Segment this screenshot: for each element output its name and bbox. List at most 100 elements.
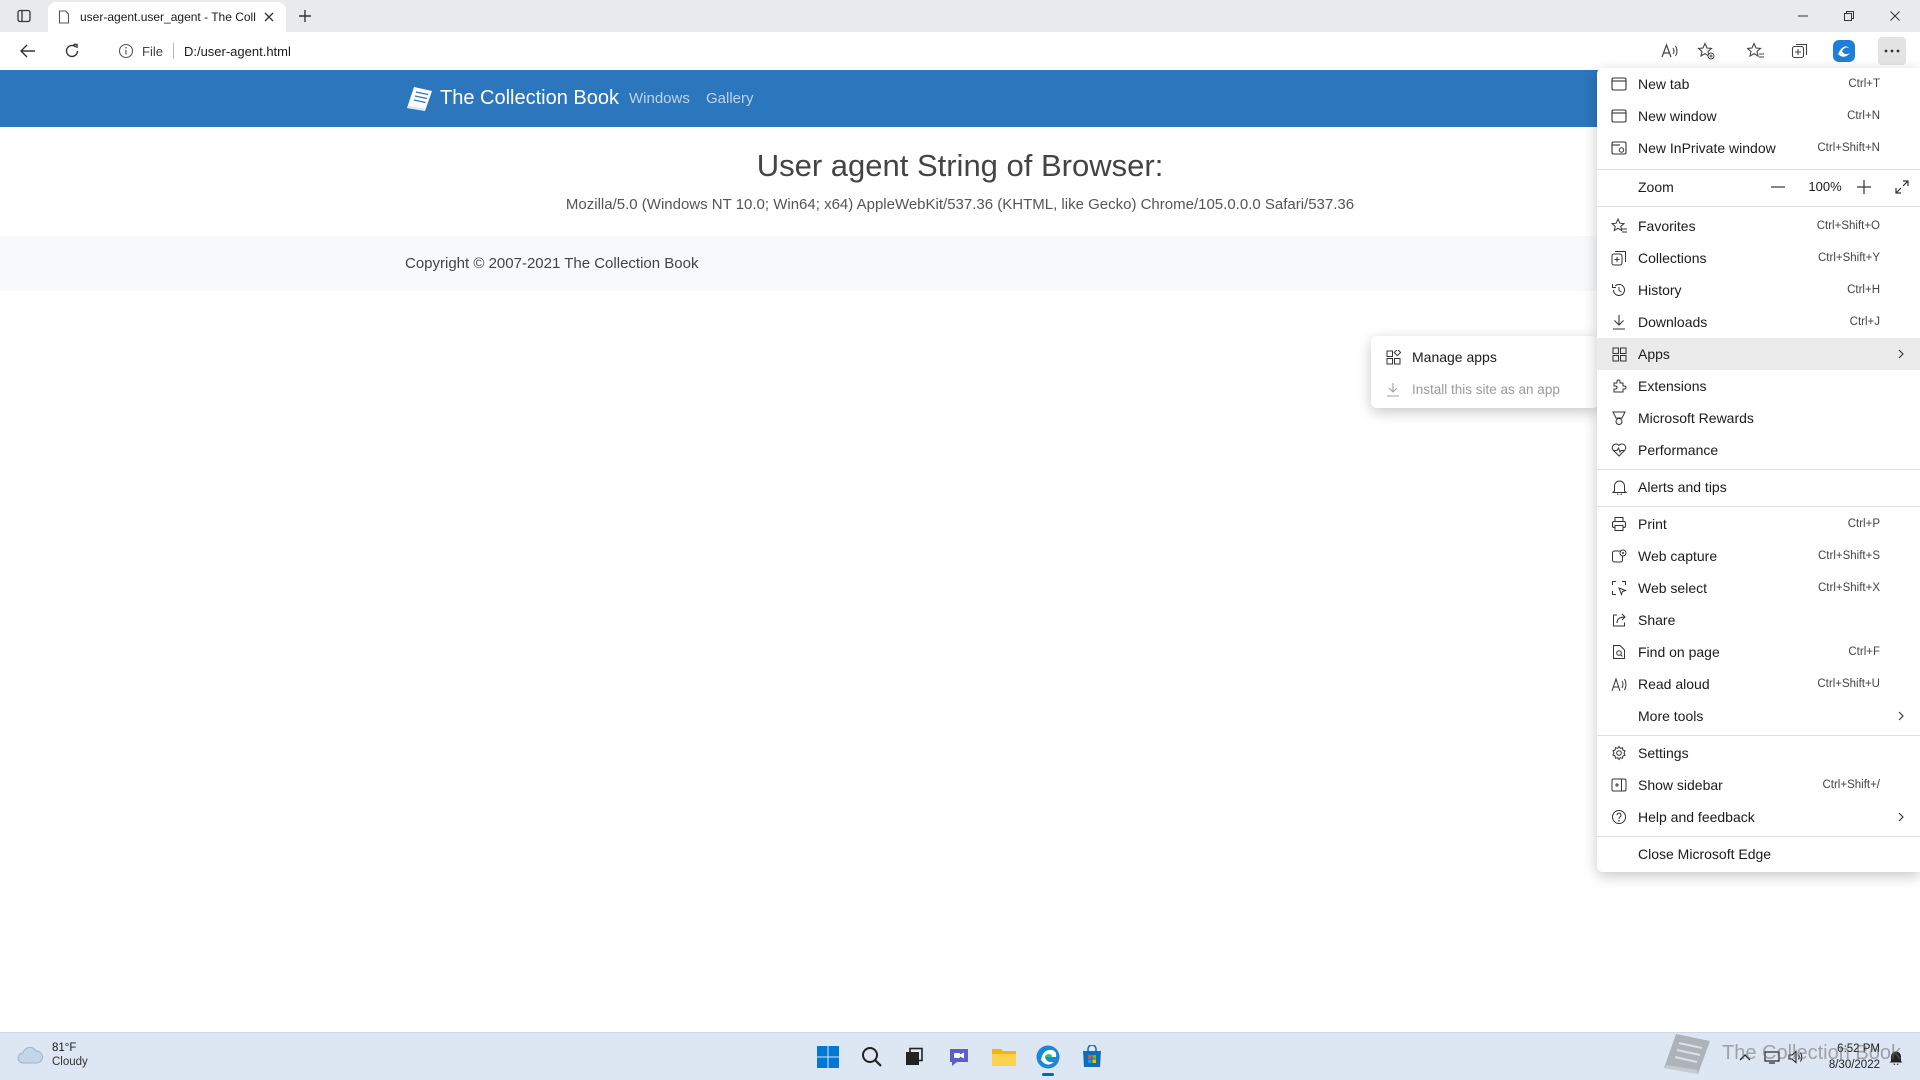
close-icon bbox=[1890, 11, 1900, 21]
menu-item-label: Settings bbox=[1638, 745, 1689, 761]
close-icon bbox=[264, 12, 274, 22]
chat-icon bbox=[950, 1049, 968, 1066]
menu-item-alerts-and-tips[interactable]: Alerts and tips bbox=[1597, 471, 1920, 503]
restore-button[interactable] bbox=[1826, 0, 1872, 32]
task-view-icon bbox=[906, 1047, 923, 1065]
file-explorer-button[interactable] bbox=[987, 1041, 1021, 1073]
task-view-button[interactable] bbox=[897, 1041, 931, 1073]
tab-actions-button[interactable] bbox=[10, 4, 38, 28]
menu-item-close-microsoft-edge[interactable]: Close Microsoft Edge bbox=[1597, 838, 1920, 870]
menu-item-shortcut: Ctrl+T bbox=[1848, 78, 1880, 90]
copyright-text: Copyright © 2007-2021 The Collection Boo… bbox=[405, 255, 699, 272]
edge-taskbar-button[interactable] bbox=[1031, 1041, 1065, 1076]
search-button[interactable] bbox=[855, 1041, 889, 1073]
fullscreen-button[interactable] bbox=[1887, 171, 1917, 203]
apps-icon bbox=[1384, 348, 1402, 366]
menu-item-downloads[interactable]: Downloads Ctrl+J bbox=[1597, 306, 1920, 338]
menu-item-history[interactable]: History Ctrl+H bbox=[1597, 274, 1920, 306]
teams-chat-button[interactable] bbox=[942, 1041, 976, 1073]
menu-divider bbox=[1597, 506, 1920, 507]
info-icon[interactable] bbox=[118, 43, 134, 59]
minimize-icon bbox=[1798, 15, 1808, 17]
new-window-icon bbox=[1610, 107, 1628, 125]
menu-item-label: Help and feedback bbox=[1638, 809, 1755, 825]
read-aloud-icon bbox=[1610, 675, 1628, 693]
menu-item-label: Zoom bbox=[1638, 179, 1674, 195]
tab-strip: user-agent.user_agent - The Coll bbox=[0, 0, 1920, 32]
read-aloud-icon bbox=[1661, 43, 1678, 58]
refresh-button[interactable] bbox=[58, 37, 86, 65]
new-tab-button[interactable] bbox=[292, 4, 318, 28]
collections-icon bbox=[1791, 43, 1808, 59]
menu-item-print[interactable]: Print Ctrl+P bbox=[1597, 508, 1920, 540]
menu-item-show-sidebar[interactable]: Show sidebar Ctrl+Shift+/ bbox=[1597, 769, 1920, 801]
nav-link-windows[interactable]: Windows bbox=[629, 90, 690, 107]
profile-button[interactable] bbox=[1830, 37, 1858, 65]
active-tab[interactable]: user-agent.user_agent - The Coll bbox=[48, 2, 286, 32]
menu-item-label: Share bbox=[1638, 612, 1676, 628]
settings-and-more-button[interactable] bbox=[1878, 37, 1906, 65]
menu-item-shortcut: Ctrl+Shift+S bbox=[1818, 550, 1880, 562]
arrow-left-icon bbox=[20, 44, 35, 58]
zoom-in-button[interactable] bbox=[1849, 171, 1879, 203]
nav-link-gallery[interactable]: Gallery bbox=[706, 90, 754, 107]
manage-apps-item[interactable]: Manage apps bbox=[1371, 341, 1599, 373]
gear-icon bbox=[1610, 744, 1628, 762]
favorites-icon bbox=[1747, 42, 1764, 58]
menu-item-more-tools[interactable]: More tools bbox=[1597, 700, 1920, 732]
collections-button[interactable] bbox=[1786, 37, 1814, 65]
menu-item-apps[interactable]: Apps bbox=[1597, 338, 1920, 370]
menu-item-label: New tab bbox=[1638, 76, 1690, 92]
menu-item-label: Microsoft Rewards bbox=[1638, 410, 1754, 426]
store-button[interactable] bbox=[1075, 1041, 1109, 1073]
menu-divider bbox=[1597, 169, 1920, 170]
bell-icon bbox=[1610, 478, 1628, 496]
menu-item-label: History bbox=[1638, 282, 1682, 298]
menu-item-web-select[interactable]: Web select Ctrl+Shift+X bbox=[1597, 572, 1920, 604]
performance-icon bbox=[1610, 441, 1628, 459]
menu-item-read-aloud[interactable]: Read aloud Ctrl+Shift+U bbox=[1597, 668, 1920, 700]
start-button[interactable] bbox=[811, 1041, 845, 1073]
add-favorite-button[interactable] bbox=[1692, 37, 1720, 65]
menu-item-new-tab[interactable]: New tab Ctrl+T bbox=[1597, 68, 1920, 100]
menu-item-new-inprivate-window[interactable]: New InPrivate window Ctrl+Shift+N bbox=[1597, 132, 1920, 164]
menu-item-settings[interactable]: Settings bbox=[1597, 737, 1920, 769]
menu-item-favorites[interactable]: Favorites Ctrl+Shift+O bbox=[1597, 210, 1920, 242]
menu-item-shortcut: Ctrl+Shift+O bbox=[1816, 220, 1880, 232]
back-button[interactable] bbox=[14, 37, 42, 65]
menu-item-label: Alerts and tips bbox=[1638, 479, 1727, 495]
zoom-out-button[interactable] bbox=[1763, 171, 1793, 203]
menu-item-microsoft-rewards[interactable]: Microsoft Rewards bbox=[1597, 402, 1920, 434]
address-url[interactable]: D:/user-agent.html bbox=[184, 44, 291, 59]
tab-actions-icon bbox=[17, 9, 31, 23]
search-icon bbox=[862, 1047, 882, 1067]
new-tab-icon bbox=[1610, 75, 1628, 93]
weather-widget[interactable]: 81°F Cloudy bbox=[16, 1041, 88, 1069]
menu-item-extensions[interactable]: Extensions bbox=[1597, 370, 1920, 402]
site-brand-link[interactable]: The Collection Book bbox=[404, 84, 619, 112]
menu-item-performance[interactable]: Performance bbox=[1597, 434, 1920, 466]
close-window-button[interactable] bbox=[1872, 0, 1918, 32]
close-tab-button[interactable] bbox=[260, 8, 278, 26]
address-separator bbox=[172, 43, 174, 59]
sidebar-icon bbox=[1610, 776, 1628, 794]
menu-item-collections[interactable]: Collections Ctrl+Shift+Y bbox=[1597, 242, 1920, 274]
address-bar[interactable]: File D:/user-agent.html bbox=[106, 36, 1666, 66]
read-aloud-button[interactable] bbox=[1656, 37, 1684, 65]
menu-item-label: Collections bbox=[1638, 250, 1707, 266]
menu-item-web-capture[interactable]: Web capture Ctrl+Shift+S bbox=[1597, 540, 1920, 572]
chevron-right-icon bbox=[1894, 809, 1908, 825]
minimize-button[interactable] bbox=[1780, 0, 1826, 32]
menu-item-find-on-page[interactable]: Find on page Ctrl+F bbox=[1597, 636, 1920, 668]
watermark: The Collection Book bbox=[1660, 1030, 1901, 1076]
menu-item-shortcut: Ctrl+P bbox=[1847, 518, 1880, 530]
menu-item-shortcut: Ctrl+Shift+U bbox=[1817, 678, 1880, 690]
apps-submenu: Manage apps Install this site as an app bbox=[1371, 336, 1599, 408]
menu-item-help-and-feedback[interactable]: Help and feedback bbox=[1597, 801, 1920, 833]
favorites-button[interactable] bbox=[1742, 37, 1770, 65]
menu-item-shortcut: Ctrl+H bbox=[1847, 284, 1880, 296]
store-icon bbox=[1083, 1045, 1101, 1067]
install-site-as-app-label: Install this site as an app bbox=[1412, 381, 1560, 397]
menu-item-share[interactable]: Share bbox=[1597, 604, 1920, 636]
menu-item-new-window[interactable]: New window Ctrl+N bbox=[1597, 100, 1920, 132]
